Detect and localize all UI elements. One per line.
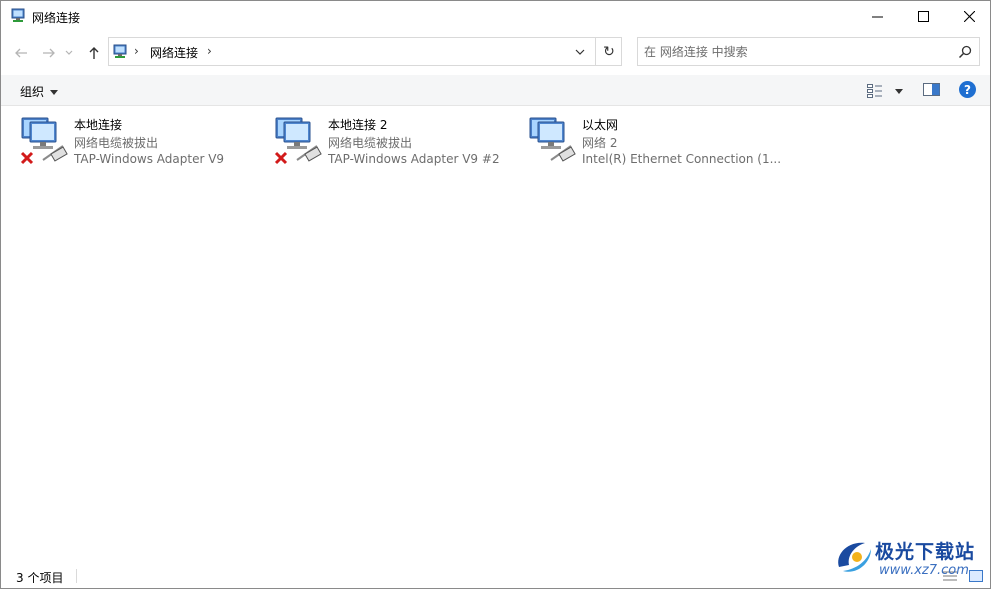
- explorer-window: 网络连接 › 网络连接 › ↻ 在 网络连接 中搜索 组织 ? 本地连接 网络电…: [0, 0, 991, 589]
- network-adapter-icon: [274, 117, 322, 165]
- address-history-button[interactable]: [569, 38, 591, 65]
- disconnected-x-icon: [20, 151, 34, 165]
- breadcrumb-separator-icon[interactable]: ›: [134, 44, 139, 58]
- search-icon[interactable]: [958, 45, 972, 59]
- status-divider: [76, 569, 77, 583]
- details-view-icon: [867, 84, 882, 98]
- breadcrumb-item[interactable]: 网络连接: [150, 44, 198, 61]
- breadcrumb-separator-icon[interactable]: ›: [207, 44, 212, 58]
- search-box[interactable]: [637, 37, 980, 66]
- command-bar: 组织 ?: [1, 75, 990, 106]
- address-bar[interactable]: › 网络连接 › ↻: [108, 37, 622, 66]
- connection-device: TAP-Windows Adapter V9: [74, 152, 225, 166]
- connection-name: 以太网: [582, 118, 619, 132]
- help-button[interactable]: ?: [959, 81, 976, 98]
- connection-name: 本地连接 2: [328, 118, 388, 132]
- help-icon: ?: [964, 82, 971, 97]
- connection-status: 网络 2: [582, 136, 618, 150]
- connection-status: 网络电缆被拔出: [74, 136, 159, 150]
- minimize-button[interactable]: [854, 1, 900, 31]
- preview-pane-icon[interactable]: [923, 82, 941, 98]
- list-item-connection-3[interactable]: 以太网 网络 2 Intel(R) Ethernet Connection (1…: [527, 114, 781, 174]
- connection-device: Intel(R) Ethernet Connection (1...: [582, 152, 782, 166]
- file-list: 本地连接 网络电缆被拔出 TAP-Windows Adapter V9 本地连接…: [1, 106, 990, 563]
- refresh-icon: ↻: [603, 43, 615, 60]
- close-icon: [963, 10, 975, 22]
- network-adapter-icon: [529, 117, 576, 162]
- arrow-right-icon: [43, 48, 55, 58]
- change-view-button[interactable]: [867, 82, 907, 100]
- window-title: 网络连接: [32, 11, 81, 25]
- back-button[interactable]: [11, 43, 31, 63]
- recent-locations-button[interactable]: [63, 43, 75, 63]
- connection-name: 本地连接: [74, 118, 123, 132]
- up-button[interactable]: [84, 43, 104, 63]
- chevron-down-icon: [575, 49, 585, 55]
- disconnected-x-icon: [274, 151, 288, 165]
- title-bar[interactable]: 网络连接: [1, 1, 990, 31]
- item-count: 3 个项目: [16, 571, 64, 585]
- network-connections-icon: [113, 44, 127, 58]
- watermark-url: www.xz7.com: [879, 563, 969, 578]
- close-button[interactable]: [946, 1, 990, 31]
- minimize-icon: [871, 16, 883, 17]
- list-item-connection-2[interactable]: 本地连接 2 网络电缆被拔出 TAP-Windows Adapter V9 #2: [273, 114, 523, 174]
- search-input[interactable]: [644, 42, 944, 61]
- list-item-connection-1[interactable]: 本地连接 网络电缆被拔出 TAP-Windows Adapter V9: [19, 114, 269, 174]
- arrow-left-icon: [15, 48, 27, 58]
- arrow-up-icon: [89, 47, 99, 59]
- maximize-button[interactable]: [900, 1, 946, 31]
- organize-label: 组织: [20, 85, 45, 99]
- watermark-brand: 极光下载站: [875, 541, 976, 563]
- connection-status: 网络电缆被拔出: [328, 136, 413, 150]
- watermark-logo-icon: [838, 542, 871, 572]
- caret-down-icon: [50, 90, 59, 95]
- connection-device: TAP-Windows Adapter V9 #2: [328, 152, 500, 166]
- network-connections-icon: [11, 8, 25, 22]
- forward-button[interactable]: [39, 43, 59, 63]
- chevron-down-icon: [65, 50, 73, 55]
- watermark: 极光下载站 www.xz7.com: [833, 535, 988, 583]
- network-adapter-icon: [20, 117, 68, 165]
- refresh-button[interactable]: ↻: [595, 38, 622, 65]
- organize-menu-button[interactable]: 组织: [20, 83, 59, 100]
- navigation-bar: › 网络连接 › ↻: [1, 31, 990, 75]
- caret-down-icon: [895, 88, 903, 94]
- maximize-icon: [917, 10, 929, 22]
